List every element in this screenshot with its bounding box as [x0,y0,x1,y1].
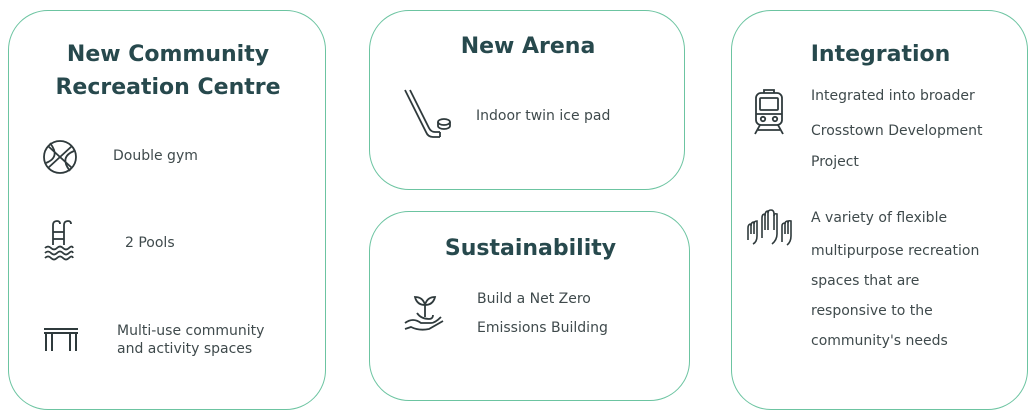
ice-pad-text: Indoor twin ice pad [476,108,611,124]
sustainability-title: Sustainability [444,236,617,261]
recreation-centre-title-line2: Recreation Centre [55,75,281,100]
multi-use-text-line1: Multi-use community [117,323,265,339]
net-zero-text-line2: Emissions Building [477,320,608,336]
arena-title: New Arena [460,34,596,59]
net-zero-text-line1: Build a Net Zero [477,291,591,307]
flexible-line-1: A variety of flexible [811,210,948,226]
integration-line-2: Crosstown Development [811,123,983,139]
integration-title: Integration [810,42,951,67]
recreation-centre-title-line1: New Community [66,42,270,67]
flexible-line-5: community's needs [811,333,948,349]
flexible-line-3: spaces that are [811,273,920,289]
flexible-line-4: responsive to the [811,303,933,319]
integration-line-3: Project [811,154,859,170]
sustainability-card: Sustainability Build a Net Zero Emission… [369,211,690,401]
pools-text: 2 Pools [125,235,175,251]
table-icon [41,325,81,353]
hand-sprout-icon [403,293,445,333]
integration-card: Integration Integrated into broader Cros… [731,10,1028,410]
recreation-centre-card: New Community Recreation Centre Double g… [8,10,326,410]
multi-use-text-line2: and activity spaces [117,341,253,357]
hockey-stick-puck-icon [400,88,452,144]
basketball-icon [41,138,79,176]
integration-line-1: Integrated into broader [811,88,975,104]
flexible-line-2: multipurpose recreation [811,243,980,259]
pool-ladder-icon [43,219,75,261]
arena-card: New Arena Indoor twin ice pad [369,10,685,190]
double-gym-text: Double gym [113,148,198,164]
train-icon [752,89,786,135]
raised-hands-icon [744,208,796,248]
